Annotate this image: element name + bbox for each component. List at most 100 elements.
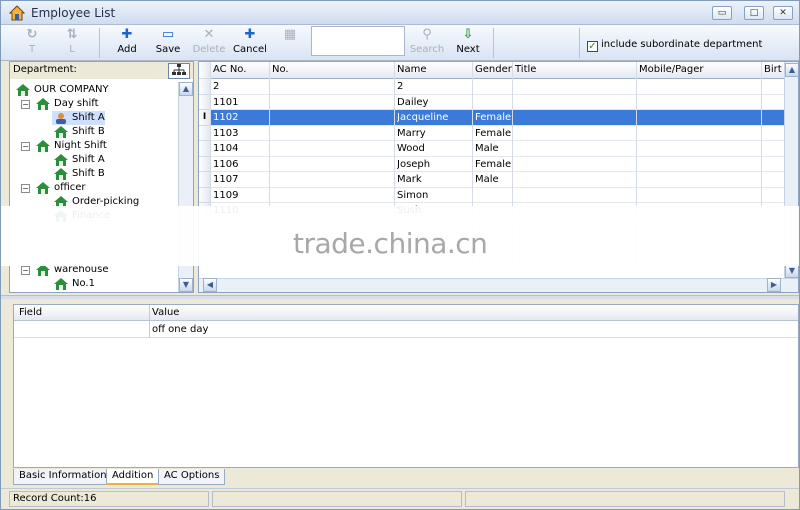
- table-row[interactable]: 1107 Mark Male: [199, 172, 784, 188]
- table-cell: Male: [475, 174, 499, 185]
- add-button[interactable]: ✚ Add: [106, 27, 148, 59]
- tree-node[interactable]: OUR COMPANY: [14, 83, 109, 97]
- table-cell: Male: [475, 143, 499, 154]
- tree-node[interactable]: Shift B: [52, 125, 105, 139]
- tree-node[interactable]: − Day shift: [21, 97, 99, 111]
- search-button[interactable]: ⚲ Search: [406, 27, 448, 59]
- panel-splitter[interactable]: [1, 295, 799, 299]
- table-cell: Wood: [397, 143, 425, 154]
- minimize-button[interactable]: ▭: [712, 6, 732, 20]
- tree-node[interactable]: Shift B: [52, 167, 105, 181]
- scroll-right-arrow[interactable]: ▶: [767, 278, 781, 292]
- house-icon: [54, 154, 68, 166]
- table-row[interactable]: 1110 Sush: [199, 203, 784, 219]
- tree-node[interactable]: Shift A: [52, 153, 105, 167]
- org-chart-icon: [172, 64, 186, 75]
- include-subordinate-checkbox[interactable]: ✓ include subordinate department: [587, 39, 762, 52]
- table-cell: Sush: [397, 205, 422, 216]
- grid-header: AC No. No. Name Gender Title Mobile/Pager Birt: [199, 62, 798, 79]
- column-header[interactable]: Birt: [764, 64, 784, 75]
- tree-node[interactable]: No.1: [52, 277, 95, 291]
- table-cell: 2: [397, 81, 404, 92]
- tab-ac-options[interactable]: AC Options: [158, 469, 226, 485]
- next-button[interactable]: ⇩ Next: [447, 27, 489, 59]
- column-header[interactable]: Mobile/Pager: [639, 64, 759, 75]
- add-label: Add: [117, 44, 137, 55]
- delete-button[interactable]: ✕ Delete: [188, 27, 230, 59]
- detail-tabs: Basic Information Addition AC Options: [13, 468, 799, 486]
- title-bar[interactable]: Employee List ▭ □ ✕: [1, 1, 799, 25]
- table-row[interactable]: 1101 Dailey: [199, 95, 784, 110]
- collapse-toggle[interactable]: −: [21, 184, 30, 193]
- employee-grid[interactable]: AC No. No. Name Gender Title Mobile/Pager Birt…: [198, 61, 799, 293]
- delete-icon: ✕: [203, 27, 215, 42]
- scroll-up-arrow[interactable]: ▲: [179, 82, 193, 96]
- department-button[interactable]: ▦: [269, 27, 311, 59]
- grid-vertical-scrollbar[interactable]: ▲ ▼: [784, 62, 798, 278]
- filter-button[interactable]: ⇅ L: [51, 27, 93, 59]
- refresh-label: T: [28, 44, 36, 55]
- tree-node-label: Day shift: [54, 98, 99, 109]
- table-row[interactable]: 1106 Joseph Female: [199, 157, 784, 172]
- tree-node[interactable]: Shift A: [52, 111, 105, 125]
- tree-node[interactable]: Finance: [52, 209, 110, 223]
- tree-node[interactable]: − warehouse: [21, 263, 109, 277]
- tree-scrollbar[interactable]: ▲ ▼: [178, 82, 193, 292]
- value-column-header[interactable]: Value: [152, 307, 179, 318]
- tree-node-label: Shift A: [72, 154, 105, 165]
- scroll-down-arrow[interactable]: ▼: [785, 264, 798, 278]
- tree-node-label: officer: [54, 182, 86, 193]
- column-divider: [636, 62, 637, 266]
- house-icon: [16, 84, 30, 96]
- table-row[interactable]: 1102 Jacqueline Female: [199, 110, 784, 126]
- search-label: Search: [409, 44, 445, 55]
- table-row[interactable]: 22: [199, 79, 784, 95]
- scroll-left-arrow[interactable]: ◀: [203, 278, 217, 292]
- column-divider: [512, 62, 513, 266]
- column-header[interactable]: Title: [515, 64, 635, 75]
- department-header: Department:: [10, 62, 193, 79]
- collapse-toggle[interactable]: −: [21, 100, 30, 109]
- save-label: Save: [155, 44, 181, 55]
- table-cell: 1104: [213, 143, 239, 154]
- column-header[interactable]: AC No.: [213, 64, 268, 75]
- toolbar-separator: [493, 28, 494, 58]
- column-header[interactable]: Gender: [475, 64, 513, 75]
- field-column-header[interactable]: Field: [19, 307, 42, 318]
- table-cell: 1101: [213, 96, 239, 108]
- collapse-toggle[interactable]: −: [21, 266, 30, 275]
- tree-node[interactable]: − Night Shift: [21, 139, 107, 153]
- plus-icon: ✚: [244, 27, 256, 42]
- scroll-down-arrow[interactable]: ▼: [179, 278, 193, 292]
- column-header[interactable]: Name: [397, 64, 471, 75]
- table-row[interactable]: 1104 Wood Male: [199, 141, 784, 157]
- table-row[interactable]: 1103 Marry Female: [199, 126, 784, 141]
- scroll-up-arrow[interactable]: ▲: [785, 63, 798, 77]
- watermark-text: trade.china.cn: [293, 227, 488, 260]
- house-icon: [54, 126, 68, 138]
- maximize-button[interactable]: □: [744, 6, 764, 20]
- department-tree[interactable]: OUR COMPANY − Day shift Shift A Shift B − Nigh…: [14, 82, 178, 294]
- tree-node[interactable]: − officer: [21, 181, 86, 195]
- table-cell: 1102: [213, 112, 239, 123]
- property-row[interactable]: off one day: [14, 322, 798, 338]
- table-cell: Dailey: [397, 96, 429, 108]
- save-button[interactable]: ▭ Save: [147, 27, 189, 59]
- table-cell: 1109: [213, 189, 239, 201]
- search-input[interactable]: [311, 26, 405, 56]
- refresh-button[interactable]: ↻ T: [11, 27, 53, 59]
- cancel-button[interactable]: ✚ Cancel: [229, 27, 271, 59]
- checkmark-icon: ✓: [587, 41, 598, 52]
- tree-node[interactable]: Order-picking: [52, 195, 139, 209]
- tab-addition[interactable]: Addition: [106, 469, 160, 485]
- collapse-toggle[interactable]: −: [21, 142, 30, 151]
- column-header[interactable]: No.: [272, 64, 392, 75]
- column-divider: [761, 62, 762, 266]
- close-button[interactable]: ✕: [773, 6, 793, 20]
- org-chart-button[interactable]: [168, 63, 190, 79]
- table-cell: Marry: [397, 127, 426, 139]
- tab-basic-information[interactable]: Basic Information: [13, 469, 113, 485]
- toolbar: ↻ T ⇅ L ✚ Add ▭ Save ✕ Delete ✚ Cancel ▦: [1, 25, 799, 61]
- table-row[interactable]: 1109 Simon: [199, 188, 784, 203]
- grid-horizontal-scrollbar[interactable]: ◀ ▶: [199, 278, 798, 292]
